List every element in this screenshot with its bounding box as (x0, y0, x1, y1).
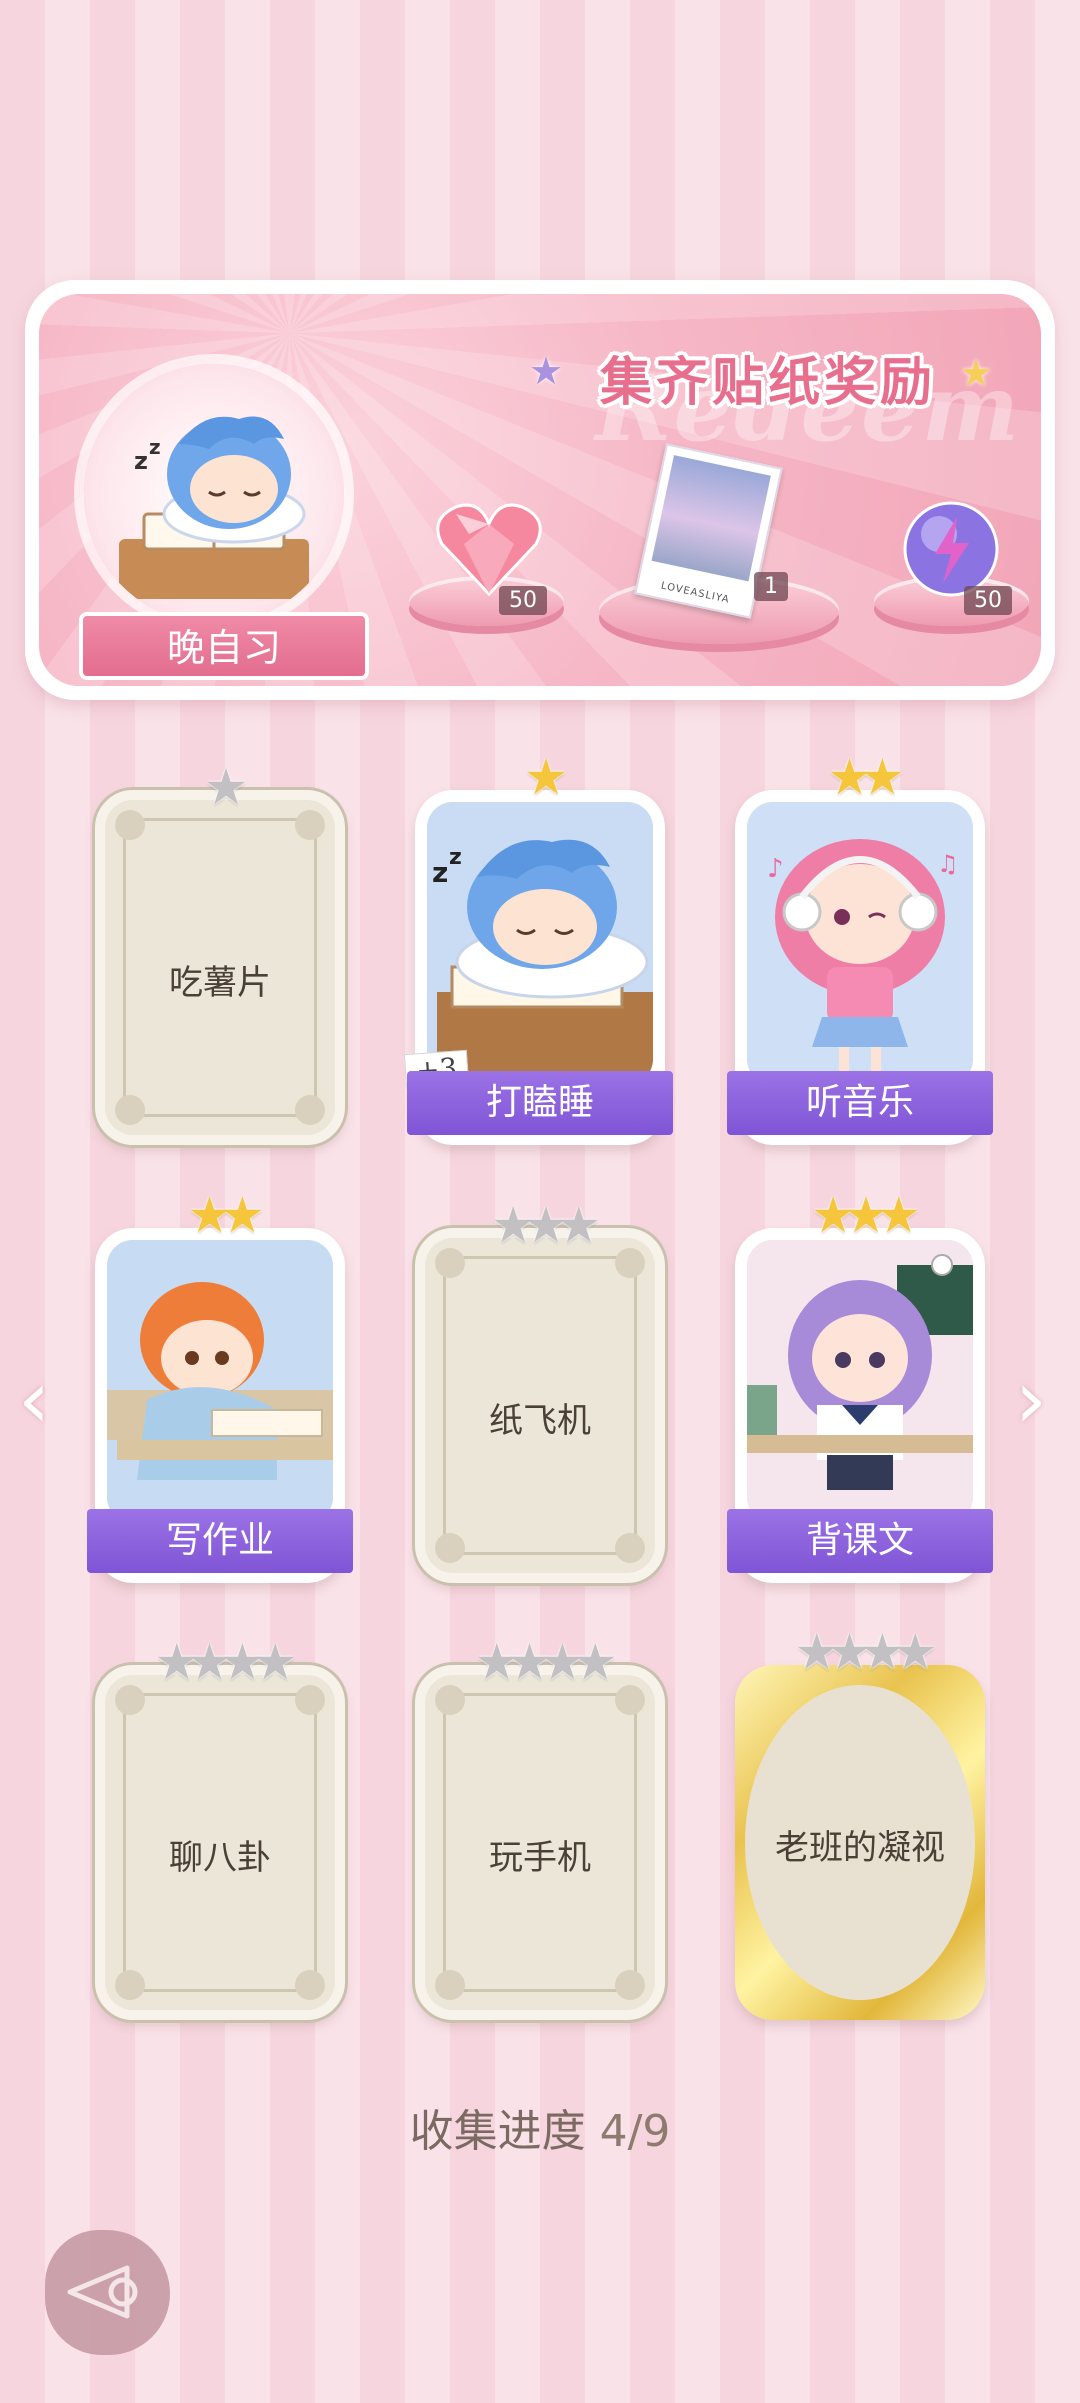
star-rating: ★★★ (490, 1196, 601, 1254)
sticker-card[interactable]: ★ z z +3 打瞌睡 (403, 752, 673, 1145)
reward-count: 1 (754, 572, 788, 601)
star-rating: ★★★ (810, 1186, 921, 1244)
collection-progress: 收集进度 4/9 (0, 2095, 1080, 2159)
corner-ornament (115, 1970, 145, 2000)
corner-ornament (435, 1533, 465, 1563)
star-decoration-icon: ★ (959, 351, 994, 395)
reward-count: 50 (499, 586, 547, 615)
corner-ornament (115, 1095, 145, 1125)
card-label: 打瞌睡 (407, 1071, 673, 1135)
card-art: z z (427, 802, 653, 1085)
corner-ornament (435, 1248, 465, 1278)
card-label: 听音乐 (727, 1071, 993, 1135)
star-decoration-icon: ★ (529, 349, 564, 393)
svg-text:z: z (449, 845, 462, 870)
card-label: 背课文 (727, 1509, 993, 1573)
card-label: 吃薯片 (169, 963, 271, 1003)
star-rating: ★ (523, 748, 569, 806)
corner-ornament (435, 1970, 465, 2000)
sticker-card[interactable]: ★★★★ 聊八卦 (95, 1637, 345, 2020)
sleeping-boy-illustration: z z (427, 802, 653, 1085)
svg-text:z: z (432, 856, 448, 889)
svg-text:z: z (149, 435, 161, 459)
corner-ornament (615, 1685, 645, 1715)
star-rating: ★★★★ (154, 1633, 297, 1691)
reward-count: 50 (964, 586, 1012, 615)
star-rating: ★★★★ (474, 1633, 617, 1691)
reward-banner: Redeem z z 晚自习 ★ 集齐贴纸奖励 ★ 50 LOVEASLIYA … (25, 280, 1055, 700)
svg-text:♫: ♫ (937, 850, 959, 878)
star-rating: ★★ (187, 1186, 265, 1244)
progress-label: 收集进度 (409, 2106, 586, 2157)
corner-ornament (615, 1970, 645, 2000)
music-girl-illustration: ♪ ♫ (747, 802, 973, 1085)
card-label: 纸飞机 (489, 1401, 591, 1441)
level-portrait: z z (84, 364, 344, 624)
next-page-button[interactable]: › (1015, 1360, 1047, 1440)
card-label: 老班的凝视 (775, 1828, 945, 1868)
card-art: ♪ ♫ (747, 802, 973, 1085)
card-label: 玩手机 (489, 1838, 591, 1878)
sticker-card[interactable]: ★★ ♪ ♫ 听音乐 (727, 752, 993, 1145)
sticker-card[interactable]: ★★★★ 老班的凝视 (735, 1627, 985, 2020)
corner-ornament (295, 810, 325, 840)
sticker-card[interactable]: ★★ 写作业 (87, 1190, 353, 1583)
star-rating: ★★★★ (794, 1623, 937, 1681)
corner-ornament (115, 810, 145, 840)
back-arrow-icon (67, 2265, 138, 2319)
prev-page-button[interactable]: ‹ (18, 1360, 50, 1440)
sleeping-boy-illustration: z z (119, 416, 309, 599)
svg-text:♪: ♪ (767, 854, 784, 884)
sticker-card[interactable]: ★★★★ 玩手机 (415, 1637, 665, 2020)
reciting-girl-illustration (747, 1240, 973, 1523)
star-rating: ★ (203, 758, 249, 816)
corner-ornament (115, 1685, 145, 1715)
sticker-card[interactable]: ★★★ 背课文 (727, 1190, 993, 1583)
sticker-card[interactable]: ★ 吃薯片 (95, 762, 345, 1145)
card-label: 写作业 (87, 1509, 353, 1573)
corner-ornament (295, 1095, 325, 1125)
card-label: 聊八卦 (169, 1838, 271, 1878)
corner-ornament (435, 1685, 465, 1715)
progress-value: 4/9 (599, 2106, 671, 2157)
photo-image (651, 455, 771, 582)
corner-ornament (295, 1970, 325, 2000)
sticker-card[interactable]: ★★★ 纸飞机 (415, 1200, 665, 1583)
corner-ornament (295, 1685, 325, 1715)
corner-ornament (615, 1533, 645, 1563)
star-rating: ★★ (827, 748, 905, 806)
level-ribbon: 晚自习 (79, 612, 369, 680)
corner-ornament (615, 1248, 645, 1278)
back-button[interactable] (45, 2230, 170, 2355)
banner-background: Redeem z z 晚自习 ★ 集齐贴纸奖励 ★ 50 LOVEASLIYA … (39, 294, 1041, 686)
card-art (747, 1240, 973, 1523)
banner-title: 集齐贴纸奖励 (600, 352, 937, 413)
svg-text:z: z (134, 447, 148, 475)
homework-boy-illustration (107, 1240, 333, 1523)
card-art (107, 1240, 333, 1523)
